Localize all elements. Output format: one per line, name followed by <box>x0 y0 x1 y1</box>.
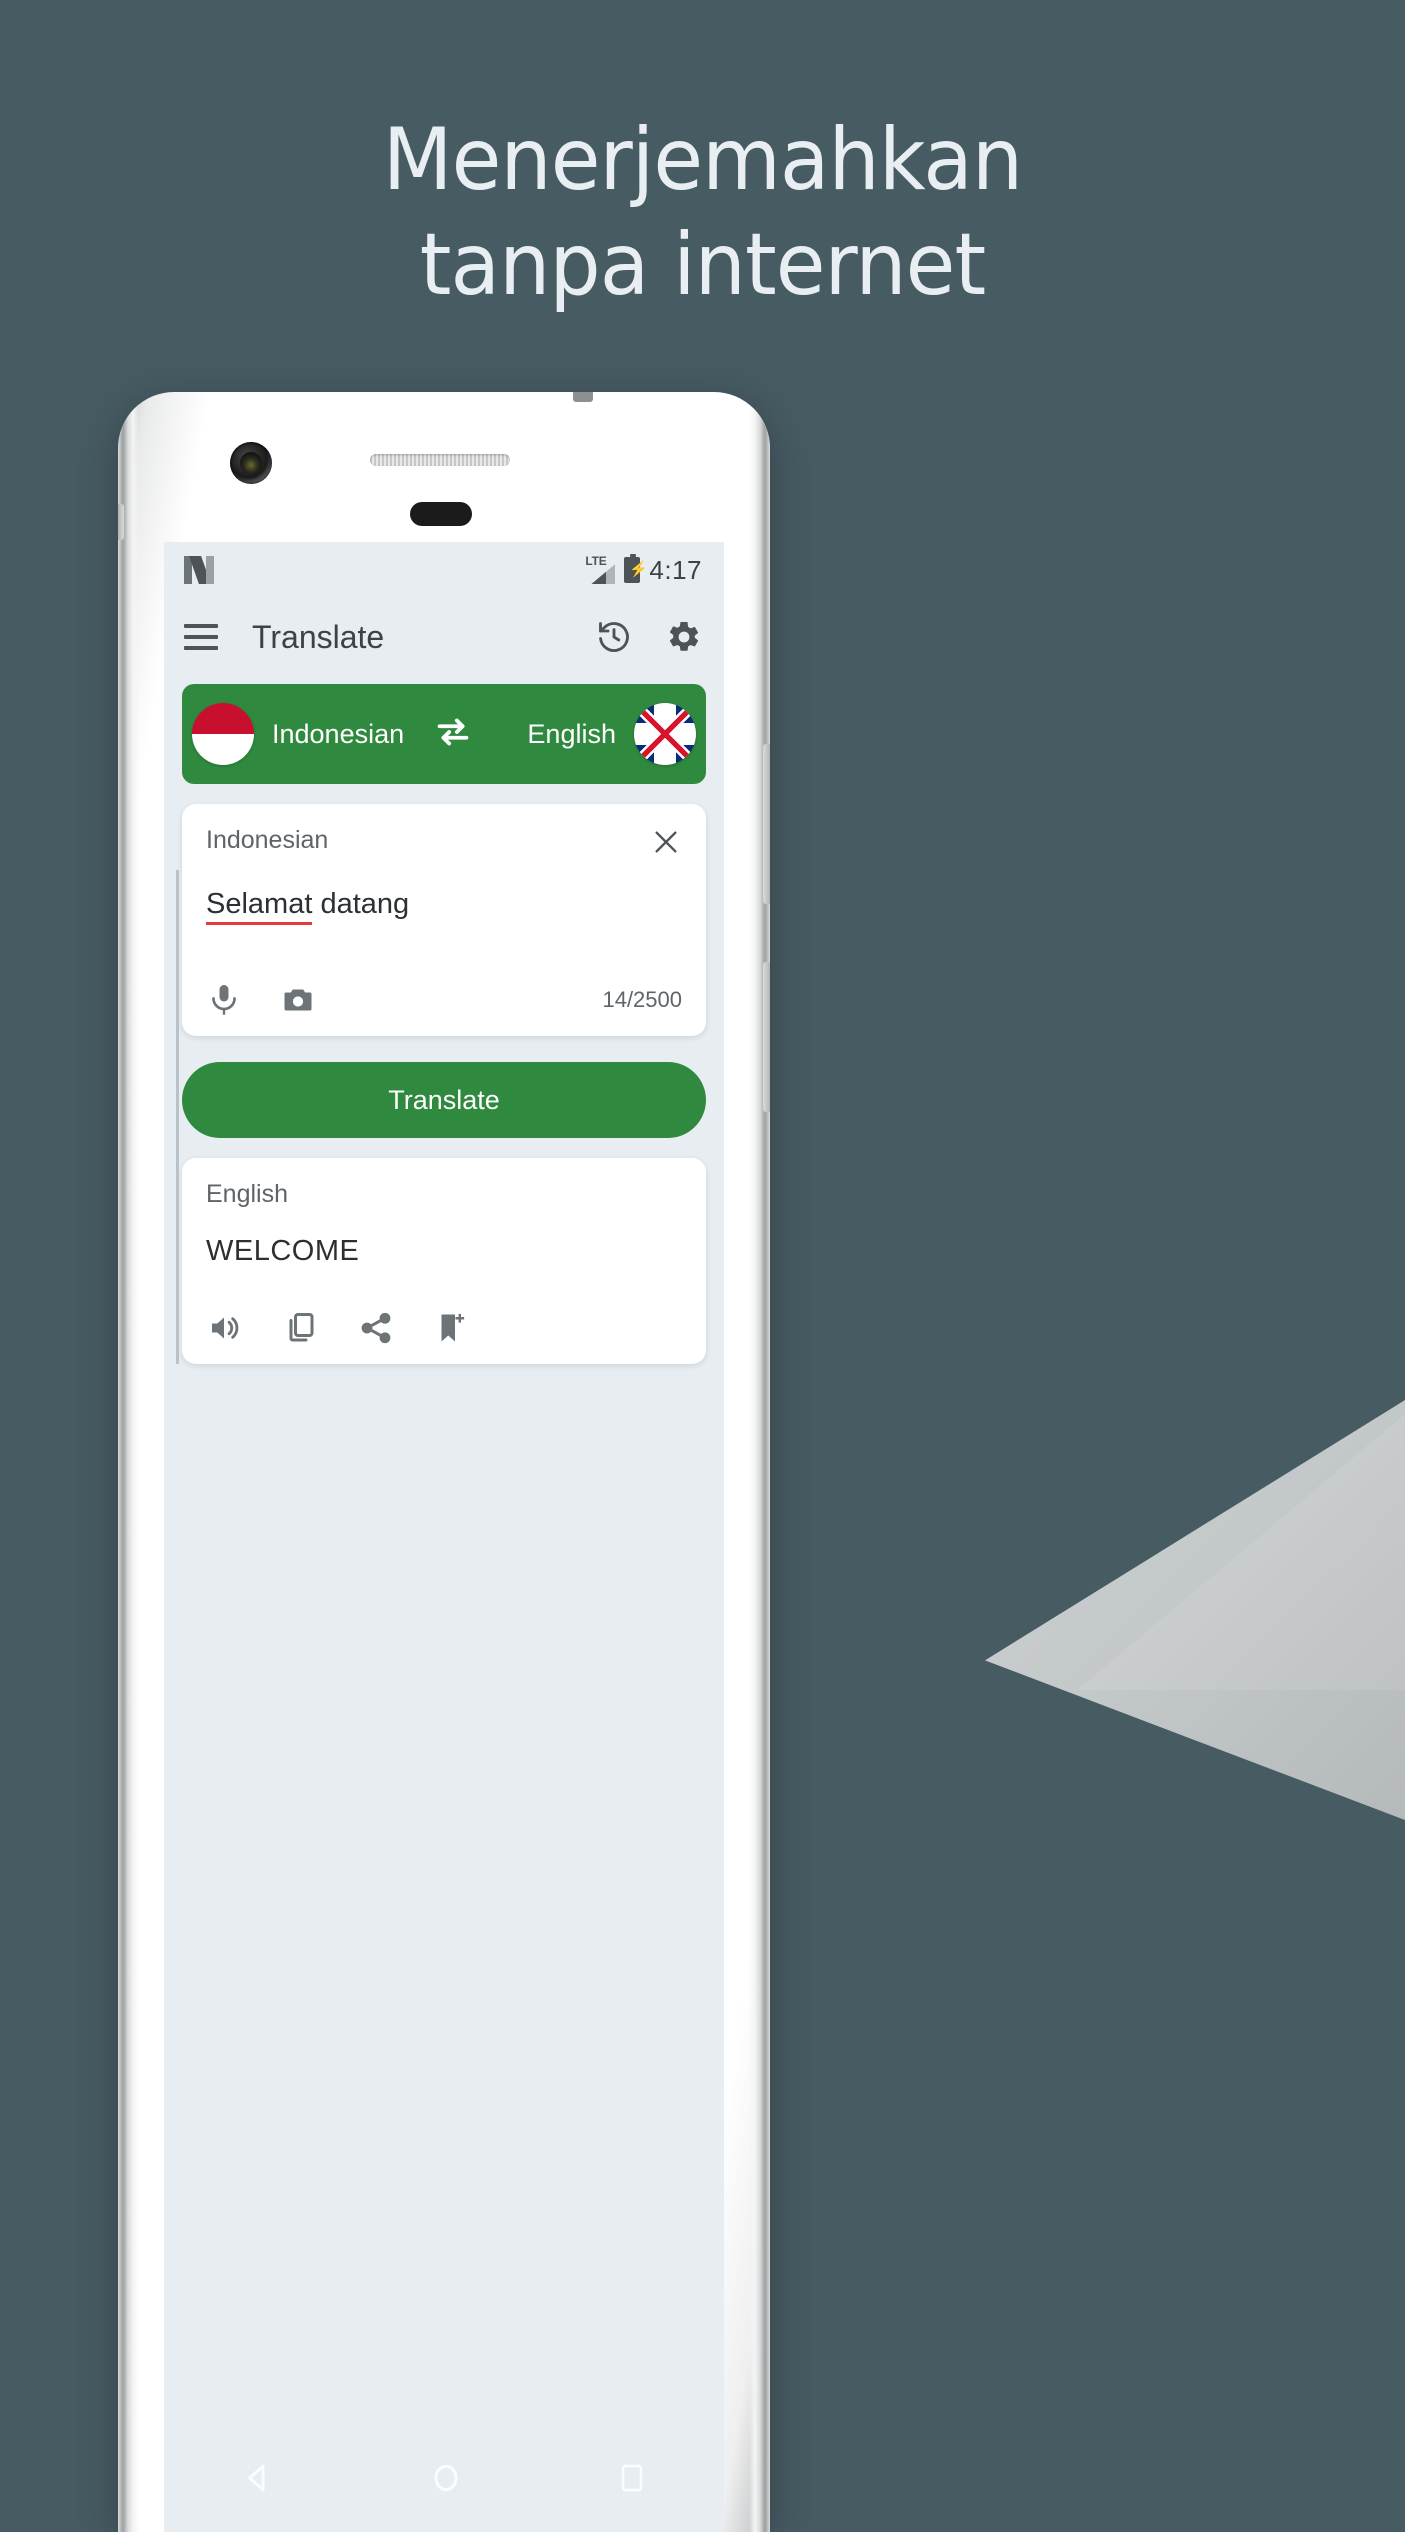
page-title: Translate <box>252 618 385 655</box>
headline-line-2: tanpa internet <box>419 214 986 315</box>
united-kingdom-flag-icon <box>633 703 696 765</box>
result-card-toolbar <box>206 1310 682 1346</box>
result-card-indicator <box>176 1158 179 1364</box>
language-selector-bar[interactable]: Indonesian English <box>182 684 706 784</box>
character-counter: 14/2500 <box>602 987 682 1012</box>
android-n-logo-icon <box>184 556 214 584</box>
phone-top-antenna <box>573 392 593 402</box>
misspelled-word: Selamat <box>206 888 313 925</box>
close-x-icon[interactable] <box>650 826 682 858</box>
source-text-card: Indonesian Selamat datang 14/2500 <box>176 804 706 1240</box>
background-shape-gray <box>985 1400 1405 1820</box>
target-language-selector[interactable]: English <box>527 703 696 765</box>
app-bar-actions <box>596 619 702 655</box>
earpiece-speaker <box>370 454 510 466</box>
app-bar: Translate <box>164 598 724 676</box>
result-card-language-label: English <box>206 1180 288 1208</box>
translate-button[interactable]: Translate <box>182 1062 706 1138</box>
speak-icon[interactable] <box>206 1310 242 1346</box>
front-camera-icon <box>230 442 272 484</box>
phone-mockup: LTE ⚡ 4:17 Translate Indonesian English … <box>118 392 770 2532</box>
source-card-toolbar: 14/2500 <box>206 982 682 1018</box>
swap-horizontal-icon[interactable] <box>430 709 476 760</box>
history-icon[interactable] <box>596 619 632 655</box>
translated-text: WELCOME <box>206 1235 360 1267</box>
result-card: English WELCOME <box>176 1158 706 1364</box>
source-language-selector[interactable]: Indonesian <box>192 703 404 765</box>
camera-icon[interactable] <box>280 982 316 1018</box>
source-text-input[interactable]: Selamat datang <box>206 888 682 932</box>
source-card-header: Indonesian <box>206 826 682 858</box>
status-bar-clock: 4:17 <box>649 554 702 585</box>
status-bar: LTE ⚡ 4:17 <box>164 542 724 598</box>
battery-charging-icon: ⚡ <box>624 554 648 583</box>
gear-icon[interactable] <box>666 619 702 655</box>
headline-line-1: Menerjemahkan <box>382 110 1023 210</box>
status-bar-right: LTE ⚡ 4:17 <box>585 554 702 586</box>
source-text-remainder: datang <box>312 888 410 920</box>
home-circle-icon[interactable] <box>426 2458 466 2503</box>
sim-tray <box>118 504 124 540</box>
share-icon[interactable] <box>358 1310 394 1346</box>
lte-signal-icon: LTE <box>585 554 616 584</box>
hamburger-menu-icon[interactable] <box>184 624 218 650</box>
source-language-label: Indonesian <box>272 718 405 749</box>
source-card-language-label: Indonesian <box>206 826 329 854</box>
back-triangle-icon[interactable] <box>238 2458 278 2503</box>
microphone-icon[interactable] <box>206 982 242 1018</box>
android-navigation-bar <box>164 2428 724 2532</box>
copy-icon[interactable] <box>282 1310 318 1346</box>
indonesia-flag-icon <box>192 703 254 765</box>
lte-label: LTE <box>585 554 607 568</box>
proximity-sensor <box>410 502 472 526</box>
volume-button[interactable] <box>763 744 770 904</box>
power-button[interactable] <box>763 962 770 1112</box>
phone-screen: LTE ⚡ 4:17 Translate Indonesian English … <box>164 542 724 2532</box>
recents-square-icon[interactable] <box>614 2460 650 2501</box>
promo-headline: Menerjemahkan tanpa internet <box>42 108 1363 318</box>
target-language-label: English <box>527 718 616 749</box>
bookmark-add-icon[interactable] <box>434 1310 470 1346</box>
